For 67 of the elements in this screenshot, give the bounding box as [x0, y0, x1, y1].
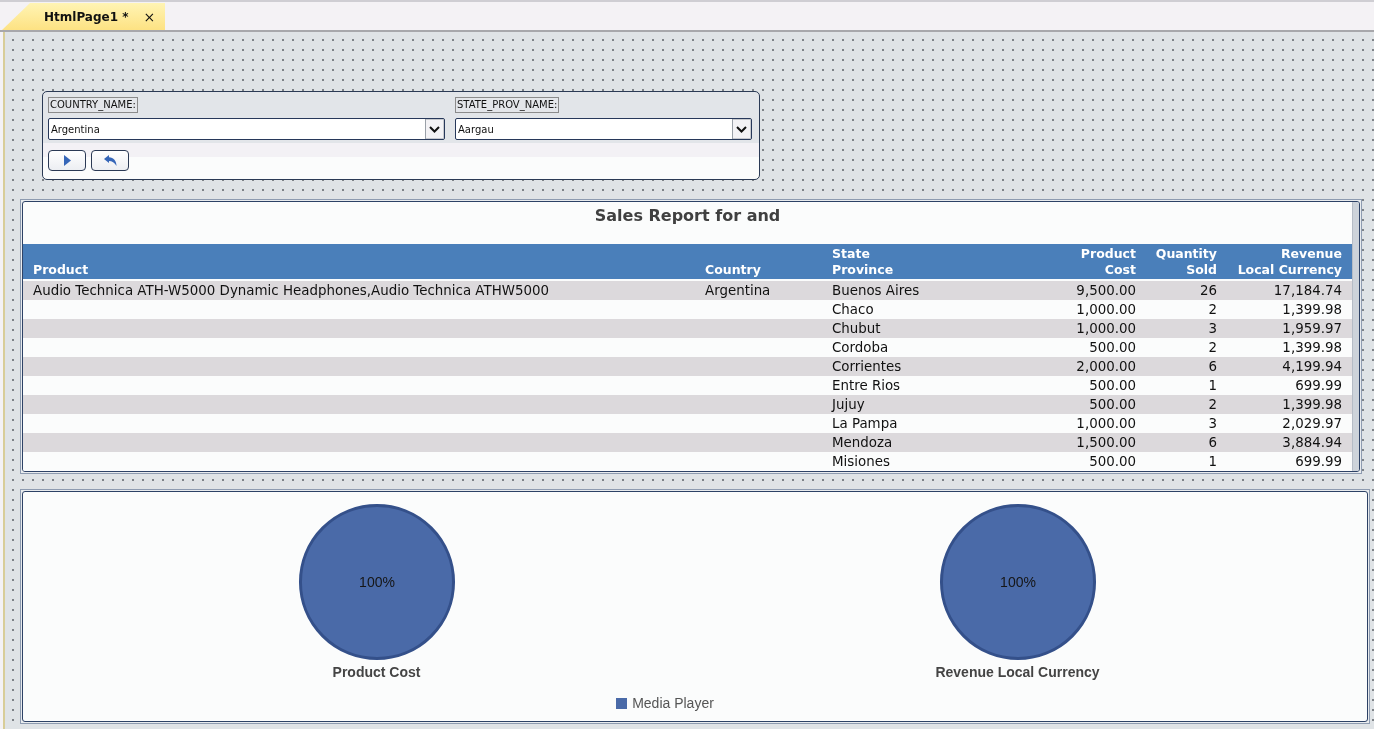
- play-button[interactable]: [48, 150, 86, 171]
- column-header: Revenue Local Currency: [1237, 246, 1343, 279]
- column-header: Quantity Sold: [1155, 246, 1218, 279]
- table-cell-text: 699.99: [1294, 453, 1343, 471]
- chart-title: Product Cost: [332, 663, 421, 681]
- slice-value-label: 100%: [358, 574, 395, 590]
- undo-arrow-icon: [103, 155, 117, 166]
- chevron-down-icon[interactable]: [425, 119, 444, 139]
- column-header: Product: [32, 262, 90, 279]
- table-cell-text: Chubut: [831, 320, 882, 338]
- table-cell-text: La Pampa: [831, 415, 899, 433]
- table-cell-text: 2,029.97: [1281, 415, 1343, 433]
- table-cell-text: 1,000.00: [1075, 320, 1137, 338]
- table-cell-text: 9,500.00: [1075, 282, 1137, 300]
- column-header: State Province: [831, 246, 895, 279]
- table-cell-text: 1,000.00: [1075, 301, 1137, 319]
- table-cell-text: 2,000.00: [1075, 358, 1137, 376]
- close-button[interactable]: ×: [143, 9, 156, 24]
- field-label: COUNTRY_NAME:: [48, 97, 138, 113]
- table-cell-text: Buenos Aires: [831, 282, 921, 300]
- chart-title: Revenue Local Currency: [935, 663, 1100, 681]
- table-cell-text: 1,399.98: [1281, 396, 1343, 414]
- table-cell-text: Cordoba: [831, 339, 890, 357]
- table-cell-text: 1,000.00: [1075, 415, 1137, 433]
- table-cell-text: 3: [1207, 415, 1218, 433]
- table-cell-text: 1,959.97: [1281, 320, 1343, 338]
- table-cell-text: Mendoza: [831, 434, 894, 452]
- document-tab[interactable]: HtmlPage1 * ×: [2, 3, 166, 30]
- table-cell-text: Corrientes: [831, 358, 903, 376]
- table-cell-text: Chaco: [831, 301, 875, 319]
- table-cell-text: 1,500.00: [1075, 434, 1137, 452]
- column-header: Country: [704, 262, 762, 279]
- table-cell-text: 500.00: [1088, 453, 1137, 471]
- table-cell-text: 2: [1207, 396, 1218, 414]
- table-cell-text: Jujuy: [830, 396, 866, 414]
- undo-button[interactable]: [91, 150, 129, 171]
- table-cell-text: 6: [1207, 358, 1218, 376]
- table-cell-text: 500.00: [1088, 396, 1137, 414]
- dropdown-field[interactable]: Argentina: [48, 118, 445, 140]
- table-cell-text: 1: [1207, 377, 1218, 395]
- table-cell-text: 1: [1207, 453, 1218, 471]
- table-cell-text: 1,399.98: [1281, 301, 1343, 319]
- table-cell-text: 3: [1207, 320, 1218, 338]
- column-header: Product Cost: [1080, 246, 1137, 279]
- table-cell-text: 3,884.94: [1281, 434, 1343, 452]
- scrollbar[interactable]: [1352, 202, 1359, 471]
- table-cell-text: 500.00: [1088, 339, 1137, 357]
- field-label: STATE_PROV_NAME:: [455, 97, 560, 113]
- table-cell-text: 4,199.94: [1281, 358, 1343, 376]
- table-cell-text: 1,399.98: [1281, 339, 1343, 357]
- table-cell-text: 699.99: [1294, 377, 1343, 395]
- table-cell-text: 6: [1207, 434, 1218, 452]
- table-cell-text: Audio Technica ATH-W5000 Dynamic Headphones,Audio Technica ATHW5000: [32, 282, 551, 300]
- table-cell-text: 2: [1207, 301, 1218, 319]
- table-cell-text: Misiones: [831, 453, 891, 471]
- chevron-down-icon[interactable]: [732, 119, 751, 139]
- table-cell-text: Argentina: [704, 282, 772, 300]
- slice-value-label: 100%: [999, 574, 1036, 590]
- table-cell-text: 500.00: [1088, 377, 1137, 395]
- report-title: Sales Report for and: [594, 205, 781, 227]
- table-cell-text: 2: [1207, 339, 1218, 357]
- table-cell-text: Entre Rios: [831, 377, 902, 395]
- play-icon: [63, 155, 71, 166]
- table-cell-text: 26: [1198, 282, 1218, 300]
- legend-label: Media Player: [632, 694, 714, 712]
- table-cell-text: 17,184.74: [1272, 282, 1343, 300]
- dropdown-field[interactable]: Aargau: [455, 118, 752, 140]
